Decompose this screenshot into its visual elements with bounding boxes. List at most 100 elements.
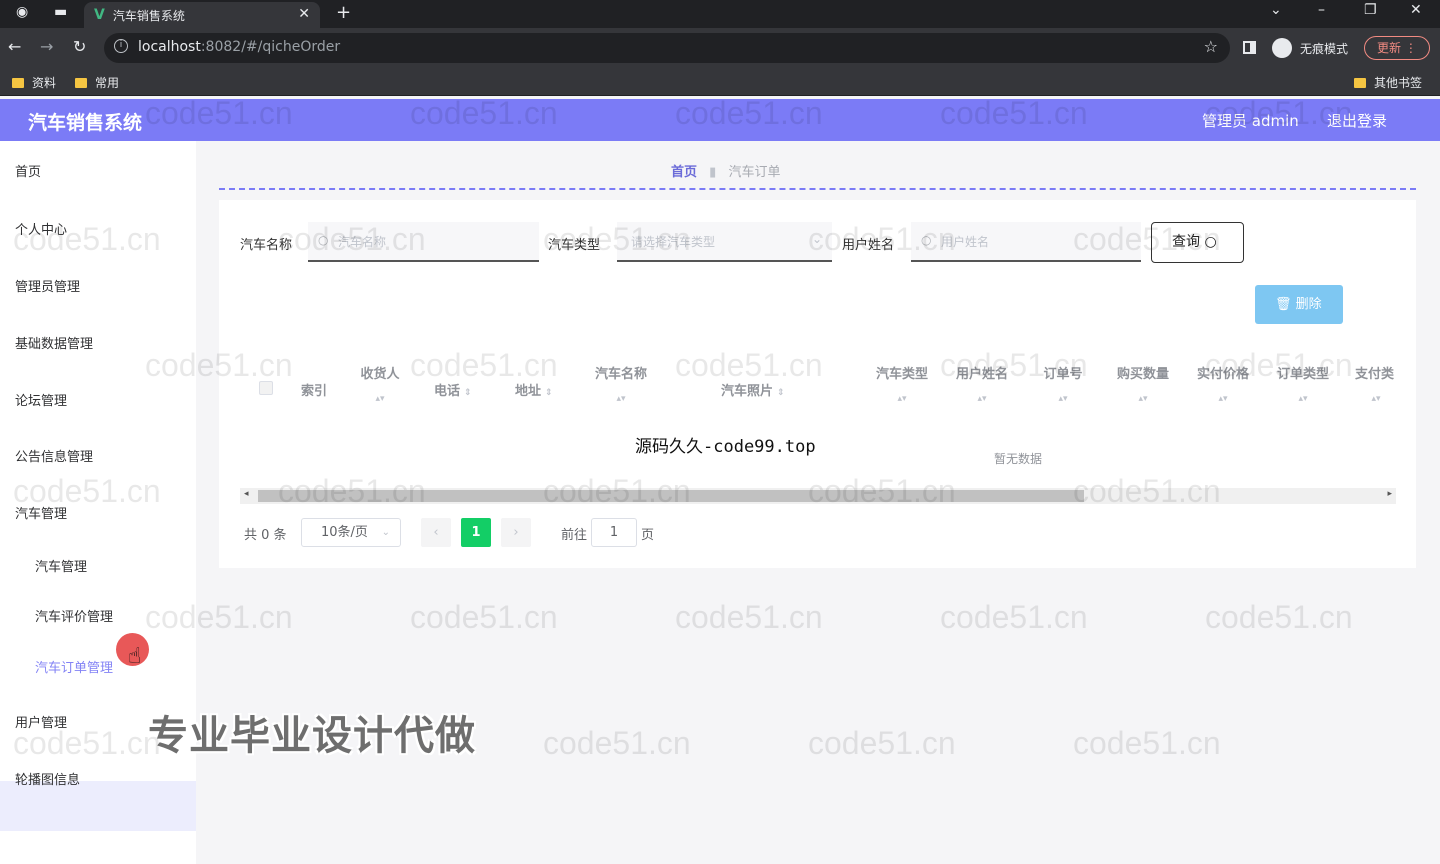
horizontal-scrollbar[interactable]: ◂ ▸ xyxy=(240,488,1396,504)
sidebar-item-forum[interactable]: 论坛管理 xyxy=(15,390,67,409)
forward-icon[interactable]: → xyxy=(40,37,53,56)
next-page-button[interactable]: › xyxy=(501,518,531,547)
car-type-label: 汽车类型 xyxy=(548,238,601,253)
submenu-item-car-order[interactable]: 汽车订单管理 xyxy=(35,657,113,676)
sidebar-item-notice[interactable]: 公告信息管理 xyxy=(15,446,93,465)
bookmark-folder[interactable]: 常用 xyxy=(75,74,119,91)
chevron-down-icon: ⌄ xyxy=(811,232,822,246)
watermark: code51.cn xyxy=(808,725,956,761)
watermark: code51.cn xyxy=(1073,725,1221,761)
sort-icon[interactable]: ▴▾ xyxy=(1194,394,1252,404)
tab-close-icon[interactable]: ✕ xyxy=(298,6,310,22)
search-icon: ○ xyxy=(921,233,932,247)
folder-icon xyxy=(75,77,87,88)
delete-button[interactable]: 🗑 删除 xyxy=(1255,285,1343,324)
admin-label: 管理员 admin xyxy=(1202,112,1299,130)
sort-icon[interactable]: ⇕ xyxy=(464,388,472,398)
column-index[interactable]: 索引 xyxy=(301,380,327,399)
reload-icon[interactable]: ↻ xyxy=(73,37,86,56)
back-icon[interactable]: ← xyxy=(8,37,21,56)
empty-data-text: 暂无数据 xyxy=(994,452,1043,466)
car-name-label: 汽车名称 xyxy=(240,238,293,253)
page-suffix-label: 页 xyxy=(641,528,655,543)
minimize-icon[interactable]: – xyxy=(1318,2,1325,18)
sidebar-item-profile[interactable]: 个人中心 xyxy=(15,219,67,238)
breadcrumb: 首页 ▮ 汽车订单 xyxy=(671,161,780,180)
browser-menu-icon[interactable]: ◉ xyxy=(16,4,28,20)
sort-icon[interactable]: ▴▾ xyxy=(1355,394,1397,404)
sidebar-item-carousel[interactable]: 轮播图信息 xyxy=(15,769,80,788)
sidebar-item-user[interactable]: 用户管理 xyxy=(15,712,67,731)
browser-tab[interactable]: V 汽车销售系统 ✕ xyxy=(84,2,320,28)
column-order-type[interactable]: 订单类型 ▴▾ xyxy=(1274,363,1332,404)
sidebar-item-home[interactable]: 首页 xyxy=(15,161,41,180)
browser-toolbar: ← → ↻ i localhost:8082/#/qicheOrder ☆ 无痕… xyxy=(0,28,1440,68)
page-size-select[interactable]: 10条/页 ⌄ xyxy=(301,518,401,547)
sidebar-item-car[interactable]: 汽车管理 xyxy=(15,503,67,522)
query-button[interactable]: 查询 ○ xyxy=(1151,222,1244,263)
window-close-icon[interactable]: ✕ xyxy=(1410,2,1422,18)
user-name-input[interactable]: ○ 用户姓名 xyxy=(911,222,1141,262)
column-quantity[interactable]: 购买数量 ▴▾ xyxy=(1114,363,1172,404)
restore-icon[interactable]: ❐ xyxy=(1364,2,1377,18)
submenu-item-car-review[interactable]: 汽车评价管理 xyxy=(35,606,113,625)
prev-page-button[interactable]: ‹ xyxy=(421,518,451,547)
chevron-right-icon: › xyxy=(513,525,519,540)
scrollbar-thumb[interactable] xyxy=(258,490,1084,502)
site-info-icon[interactable]: i xyxy=(114,39,128,53)
sort-icon[interactable]: ▴▾ xyxy=(592,394,650,404)
bookmark-star-icon[interactable]: ☆ xyxy=(1204,37,1218,56)
watermark: code51.cn xyxy=(675,599,823,635)
logout-button[interactable]: 退出登录 xyxy=(1327,110,1387,131)
search-icon: ○ xyxy=(318,233,329,247)
folder-icon xyxy=(1354,77,1366,88)
other-bookmarks[interactable]: 其他书签 xyxy=(1354,74,1422,91)
column-user-name[interactable]: 用户姓名 ▴▾ xyxy=(953,363,1011,404)
bookmark-folder[interactable]: 资料 xyxy=(12,74,56,91)
hand-cursor-icon: ☝ xyxy=(128,644,142,669)
new-tab-icon[interactable]: + xyxy=(336,2,351,23)
column-address[interactable]: 地址 ⇕ xyxy=(515,380,553,399)
source-overlay-text: 源码久久-code99.top xyxy=(635,437,816,457)
column-pay-type[interactable]: 支付类 ▴▾ xyxy=(1355,363,1397,404)
column-price[interactable]: 实付价格 ▴▾ xyxy=(1194,363,1252,404)
sort-icon[interactable]: ▴▾ xyxy=(1041,394,1085,404)
sort-icon[interactable]: ▴▾ xyxy=(1114,394,1172,404)
column-receiver[interactable]: 收货人 ▴▾ xyxy=(359,363,401,404)
breadcrumb-home[interactable]: 首页 xyxy=(671,165,697,180)
url-text: localhost:8082/#/qicheOrder xyxy=(138,39,341,55)
side-panel-icon[interactable] xyxy=(1243,41,1256,54)
sort-icon[interactable]: ⇕ xyxy=(777,388,785,398)
sort-icon[interactable]: ⇕ xyxy=(545,388,553,398)
column-car-type[interactable]: 汽车类型 ▴▾ xyxy=(873,363,931,404)
column-phone[interactable]: 电话 ⇕ xyxy=(434,380,472,399)
divider xyxy=(219,188,1416,190)
column-car-photo[interactable]: 汽车照片 ⇕ xyxy=(721,380,785,399)
column-order-no[interactable]: 订单号 ▴▾ xyxy=(1041,363,1085,404)
browser-tabbar: ◉ ▬ V 汽车销售系统 ✕ + ⌄ – ❐ ✕ xyxy=(0,0,1440,28)
watermark: code51.cn xyxy=(1205,599,1353,635)
sort-icon[interactable]: ▴▾ xyxy=(1274,394,1332,404)
submenu-item-car-manage[interactable]: 汽车管理 xyxy=(35,556,87,575)
column-car-name[interactable]: 汽车名称 ▴▾ xyxy=(592,363,650,404)
car-type-select[interactable]: 请选择汽车类型 ⌄ xyxy=(617,222,832,262)
update-button[interactable]: 更新 ⋮ xyxy=(1364,36,1430,60)
page-number-button[interactable]: 1 xyxy=(461,518,491,547)
sidebar-item-base-data[interactable]: 基础数据管理 xyxy=(15,333,93,352)
select-all-checkbox[interactable] xyxy=(259,381,273,395)
scroll-right-icon[interactable]: ▸ xyxy=(1387,489,1392,499)
sort-icon[interactable]: ▴▾ xyxy=(953,394,1011,404)
sort-icon[interactable]: ▴▾ xyxy=(873,394,931,404)
jump-page-input[interactable]: 1 xyxy=(591,518,637,547)
sort-icon[interactable]: ▴▾ xyxy=(359,394,401,404)
breadcrumb-current: 汽车订单 xyxy=(728,165,781,180)
pagination-total: 共 0 条 xyxy=(244,528,287,543)
scroll-left-icon[interactable]: ◂ xyxy=(244,489,249,499)
bookmarks-bar: 资料 常用 其他书签 xyxy=(0,68,1440,96)
incognito-label: 无痕模式 xyxy=(1300,42,1349,56)
address-bar[interactable]: i localhost:8082/#/qicheOrder ☆ xyxy=(104,33,1230,63)
sidebar-item-admin[interactable]: 管理员管理 xyxy=(15,276,80,295)
car-name-input[interactable]: ○ 汽车名称 xyxy=(308,222,539,262)
tab-search-icon[interactable]: ▬ xyxy=(54,4,67,20)
tab-list-icon[interactable]: ⌄ xyxy=(1270,2,1282,18)
